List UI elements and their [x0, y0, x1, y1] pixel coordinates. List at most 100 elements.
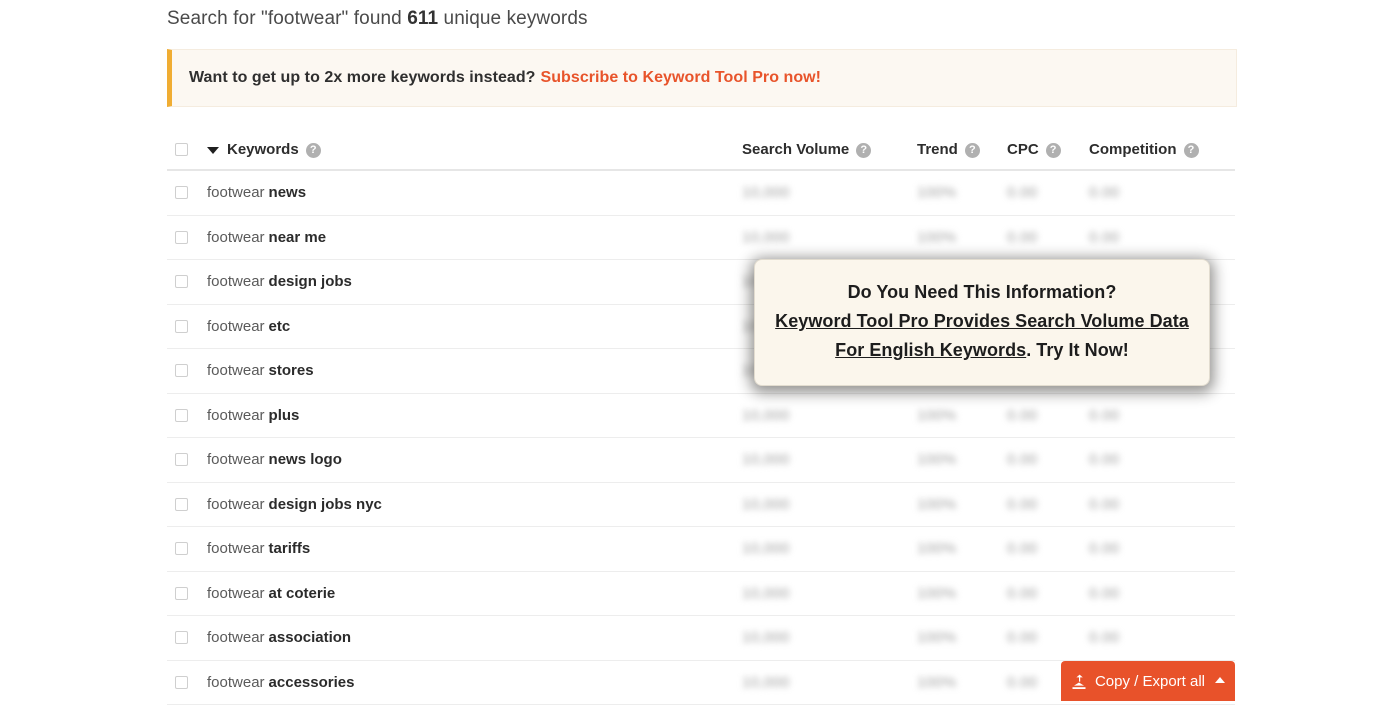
row-checkbox[interactable] [175, 587, 188, 600]
row-checkbox[interactable] [175, 631, 188, 644]
row-checkbox[interactable] [175, 320, 188, 333]
table-row[interactable]: footweardesign jobs nyc10,000100%0.000.0… [167, 483, 1235, 528]
select-all-cell [167, 143, 207, 156]
subscribe-pro-link[interactable]: Subscribe to Keyword Tool Pro now! [541, 69, 822, 86]
keyword-base: footwear [207, 318, 265, 335]
row-select-cell [167, 498, 207, 511]
cell-keyword: footweartariffs [207, 540, 742, 557]
cell-keyword: footwearetc [207, 318, 742, 335]
keyword-suffix: stores [269, 362, 314, 379]
table-body: footwearnews10,000100%0.000.00footwearne… [167, 171, 1235, 705]
row-select-cell [167, 275, 207, 288]
help-icon-search-volume[interactable]: ? [856, 143, 871, 158]
cell-competition: 0.00 [1089, 585, 1229, 602]
column-header-competition[interactable]: Competition ? [1089, 141, 1229, 158]
promo-banner-message: Want to get up to 2x more keywords inste… [189, 69, 536, 86]
table-row[interactable]: footwearassociation10,000100%0.000.00 [167, 616, 1235, 661]
table-row[interactable]: footwearplus10,000100%0.000.00 [167, 394, 1235, 439]
column-header-keywords[interactable]: Keywords ? [207, 141, 742, 158]
column-header-cpc[interactable]: CPC ? [1007, 141, 1089, 158]
cell-search-volume: 10,000 [742, 496, 917, 513]
keyword-suffix: news [269, 184, 307, 201]
cell-search-volume: 10,000 [742, 184, 917, 201]
table-row[interactable]: footwearnear me10,000100%0.000.00 [167, 216, 1235, 261]
cpc-value: 0.00 [1007, 540, 1037, 557]
keyword-base: footwear [207, 407, 265, 424]
row-checkbox[interactable] [175, 275, 188, 288]
table-row[interactable]: footweartariffs10,000100%0.000.00 [167, 527, 1235, 572]
keyword-base: footwear [207, 229, 265, 246]
help-icon-trend[interactable]: ? [965, 143, 980, 158]
column-header-trend-label: Trend [917, 141, 958, 158]
cell-search-volume: 10,000 [742, 540, 917, 557]
cell-competition: 0.00 [1089, 629, 1229, 646]
column-header-trend[interactable]: Trend ? [917, 141, 1007, 158]
tooltip-line-1: Do You Need This Information? [769, 278, 1195, 307]
keyword-base: footwear [207, 674, 265, 691]
cell-keyword: footwearstores [207, 362, 742, 379]
table-row[interactable]: footwearat coterie10,000100%0.000.00 [167, 572, 1235, 617]
competition-value: 0.00 [1089, 451, 1119, 468]
column-header-keywords-label: Keywords [227, 141, 299, 158]
column-header-search-volume[interactable]: Search Volume ? [742, 141, 917, 158]
cell-keyword: footwearassociation [207, 629, 742, 646]
competition-value: 0.00 [1089, 585, 1119, 602]
row-select-cell [167, 676, 207, 689]
search-volume-value: 10,000 [742, 540, 790, 557]
search-volume-value: 10,000 [742, 674, 790, 691]
cell-trend: 100% [917, 229, 1007, 246]
cell-search-volume: 10,000 [742, 674, 917, 691]
keywords-table: Keywords ? Search Volume ? Trend ? CPC ?… [167, 130, 1235, 705]
cell-keyword: footwearaccessories [207, 674, 742, 691]
row-checkbox[interactable] [175, 498, 188, 511]
results-heading-prefix: Search for "footwear" found [167, 8, 407, 29]
help-icon-cpc[interactable]: ? [1046, 143, 1061, 158]
keyword-suffix: tariffs [269, 540, 311, 557]
row-checkbox[interactable] [175, 542, 188, 555]
table-row[interactable]: footwearnews10,000100%0.000.00 [167, 171, 1235, 216]
cell-search-volume: 10,000 [742, 229, 917, 246]
help-icon-keywords[interactable]: ? [306, 143, 321, 158]
select-all-checkbox[interactable] [175, 143, 188, 156]
upgrade-promo-banner: Want to get up to 2x more keywords inste… [167, 49, 1237, 107]
row-checkbox[interactable] [175, 231, 188, 244]
cell-competition: 0.00 [1089, 496, 1229, 513]
sort-descending-icon[interactable] [207, 147, 219, 154]
table-header-row: Keywords ? Search Volume ? Trend ? CPC ?… [167, 130, 1235, 171]
row-checkbox[interactable] [175, 409, 188, 422]
competition-value: 0.00 [1089, 407, 1119, 424]
table-row[interactable]: footwearnews logo10,000100%0.000.00 [167, 438, 1235, 483]
row-select-cell [167, 364, 207, 377]
cell-competition: 0.00 [1089, 229, 1229, 246]
cell-cpc: 0.00 [1007, 496, 1089, 513]
keyword-base: footwear [207, 273, 265, 290]
row-checkbox[interactable] [175, 453, 188, 466]
help-icon-competition[interactable]: ? [1184, 143, 1199, 158]
cell-trend: 100% [917, 407, 1007, 424]
results-heading-suffix: unique keywords [438, 8, 587, 29]
keyword-base: footwear [207, 362, 265, 379]
cell-trend: 100% [917, 629, 1007, 646]
cell-cpc: 0.00 [1007, 229, 1089, 246]
cell-cpc: 0.00 [1007, 585, 1089, 602]
row-checkbox[interactable] [175, 186, 188, 199]
search-volume-value: 10,000 [742, 407, 790, 424]
keyword-base: footwear [207, 585, 265, 602]
cell-search-volume: 10,000 [742, 629, 917, 646]
row-select-cell [167, 186, 207, 199]
copy-export-all-button[interactable]: Copy / Export all [1061, 661, 1235, 701]
column-header-competition-label: Competition [1089, 141, 1177, 158]
copy-export-all-label: Copy / Export all [1095, 673, 1205, 690]
trend-value: 100% [917, 585, 957, 602]
cpc-value: 0.00 [1007, 229, 1037, 246]
competition-value: 0.00 [1089, 184, 1119, 201]
export-icon [1071, 674, 1087, 690]
keyword-suffix: near me [269, 229, 327, 246]
search-volume-value: 10,000 [742, 229, 790, 246]
search-volume-value: 10,000 [742, 184, 790, 201]
cell-trend: 100% [917, 184, 1007, 201]
row-checkbox[interactable] [175, 364, 188, 377]
row-checkbox[interactable] [175, 676, 188, 689]
cell-cpc: 0.00 [1007, 184, 1089, 201]
trend-value: 100% [917, 451, 957, 468]
